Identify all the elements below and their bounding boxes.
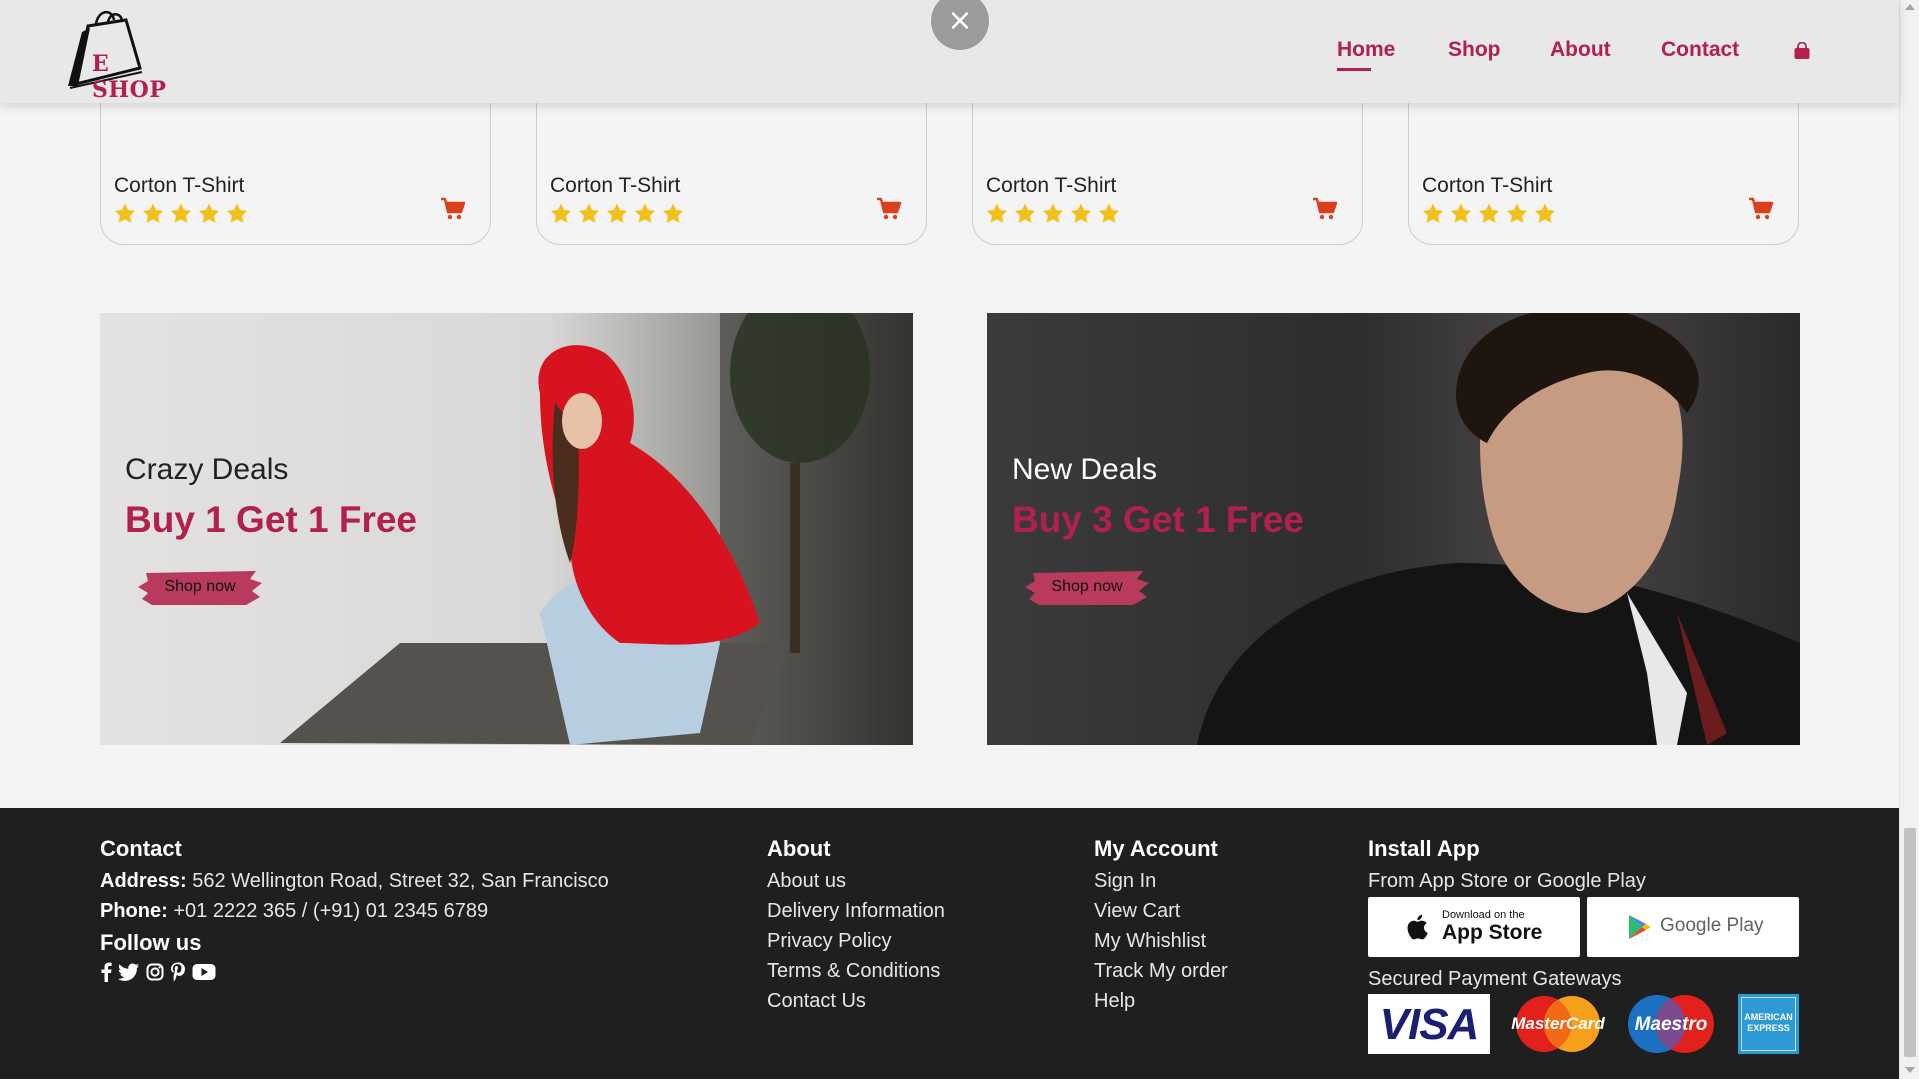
app-store-badge[interactable]: Download on the App Store bbox=[1368, 897, 1580, 957]
footer-link-about-us[interactable]: About us bbox=[767, 866, 945, 896]
google-play-text: Google Play bbox=[1660, 915, 1764, 936]
shop-now-label: Shop now bbox=[164, 578, 236, 595]
payments-label: Secured Payment Gateways bbox=[1368, 968, 1622, 990]
scroll-up-arrow-icon[interactable] bbox=[1905, 4, 1915, 10]
cart-icon[interactable] bbox=[1312, 197, 1338, 221]
footer-link-privacy[interactable]: Privacy Policy bbox=[767, 926, 945, 956]
google-play-badge[interactable]: Google Play bbox=[1587, 897, 1799, 957]
star-icon bbox=[1506, 203, 1528, 223]
app-store-small-text: Download on the bbox=[1442, 909, 1525, 921]
nav-home[interactable]: Home bbox=[1337, 38, 1395, 62]
scroll-down-arrow-icon[interactable] bbox=[1905, 1067, 1915, 1073]
nav-contact[interactable]: Contact bbox=[1661, 38, 1739, 62]
star-icon bbox=[986, 203, 1008, 223]
footer-heading: My Account bbox=[1094, 836, 1218, 861]
star-icon bbox=[1450, 203, 1472, 223]
footer-link-terms[interactable]: Terms & Conditions bbox=[767, 956, 945, 986]
footer-link-track-order[interactable]: Track My order bbox=[1094, 956, 1228, 986]
footer-heading: About bbox=[767, 836, 831, 861]
site-logo[interactable]: E SHOP bbox=[60, 6, 180, 103]
maestro-logo: Maestro bbox=[1622, 994, 1720, 1054]
footer-link-help[interactable]: Help bbox=[1094, 986, 1228, 1016]
star-icon bbox=[1098, 203, 1120, 223]
scrollbar-thumb[interactable] bbox=[1904, 828, 1916, 1057]
promo-banner-new-deals: New Deals Buy 3 Get 1 Free Shop now bbox=[987, 313, 1800, 745]
address-line: Address: 562 Wellington Road, Street 32,… bbox=[100, 870, 609, 892]
apple-icon bbox=[1407, 914, 1428, 940]
cart-icon[interactable] bbox=[1748, 197, 1774, 221]
page-scrollbar[interactable] bbox=[1899, 0, 1919, 1079]
footer-link-sign-in[interactable]: Sign In bbox=[1094, 866, 1228, 896]
star-rating bbox=[985, 202, 1121, 226]
footer-about: About About us Delivery Information Priv… bbox=[767, 836, 945, 1016]
banner-headline: Buy 1 Get 1 Free bbox=[125, 499, 418, 540]
nav-about[interactable]: About bbox=[1550, 38, 1611, 62]
star-icon bbox=[226, 203, 248, 223]
active-nav-underline bbox=[1337, 68, 1371, 71]
install-subtitle: From App Store or Google Play bbox=[1368, 870, 1646, 892]
follow-heading: Follow us bbox=[100, 930, 202, 955]
product-title: Corton T-Shirt bbox=[114, 174, 245, 197]
star-icon bbox=[1422, 203, 1444, 223]
banner-subtitle: New Deals bbox=[1012, 453, 1158, 486]
star-icon bbox=[1070, 203, 1092, 223]
nav-shop[interactable]: Shop bbox=[1448, 38, 1501, 62]
star-icon bbox=[1478, 203, 1500, 223]
footer-link-view-cart[interactable]: View Cart bbox=[1094, 896, 1228, 926]
star-rating bbox=[1421, 202, 1557, 226]
footer-heading: Contact bbox=[100, 836, 182, 861]
footer-link-delivery[interactable]: Delivery Information bbox=[767, 896, 945, 926]
product-title: Corton T-Shirt bbox=[986, 174, 1117, 197]
phone-line: Phone: +01 2222 365 / (+91) 01 2345 6789 bbox=[100, 900, 489, 922]
app-store-text: App Store bbox=[1442, 921, 1543, 944]
american-express-logo: AMERICAN EXPRESS bbox=[1738, 994, 1799, 1054]
star-icon bbox=[1042, 203, 1064, 223]
star-icon bbox=[550, 203, 572, 223]
footer-link-contact[interactable]: Contact Us bbox=[767, 986, 945, 1016]
star-icon bbox=[662, 203, 684, 223]
star-icon bbox=[1534, 203, 1556, 223]
product-title: Corton T-Shirt bbox=[550, 174, 681, 197]
social-links bbox=[100, 962, 609, 982]
star-icon bbox=[1014, 203, 1036, 223]
shop-now-label: Shop now bbox=[1051, 578, 1123, 595]
pinterest-icon[interactable] bbox=[170, 962, 186, 982]
instagram-icon[interactable] bbox=[146, 963, 164, 981]
logo-text: E SHOP bbox=[92, 51, 167, 103]
cart-icon[interactable] bbox=[440, 197, 466, 221]
footer-heading: Install App bbox=[1368, 836, 1480, 861]
star-icon bbox=[142, 203, 164, 223]
shop-now-button[interactable]: Shop now bbox=[1025, 569, 1149, 607]
google-play-icon bbox=[1629, 915, 1651, 939]
footer-link-wishlist[interactable]: My Whishlist bbox=[1094, 926, 1228, 956]
twitter-icon[interactable] bbox=[118, 963, 140, 981]
site-footer: Contact Address: 562 Wellington Road, St… bbox=[0, 808, 1899, 1079]
banner-headline: Buy 3 Get 1 Free bbox=[1012, 499, 1305, 540]
shopping-bag-icon[interactable] bbox=[1793, 42, 1811, 60]
visa-logo: VISA bbox=[1368, 994, 1490, 1054]
youtube-icon[interactable] bbox=[192, 963, 216, 981]
star-icon bbox=[114, 203, 136, 223]
product-title: Corton T-Shirt bbox=[1422, 174, 1553, 197]
star-rating bbox=[549, 202, 685, 226]
banner-subtitle: Crazy Deals bbox=[125, 453, 289, 486]
promo-banner-crazy-deals: Crazy Deals Buy 1 Get 1 Free Shop now bbox=[100, 313, 913, 745]
cart-icon[interactable] bbox=[876, 197, 902, 221]
shop-now-button[interactable]: Shop now bbox=[138, 569, 262, 607]
footer-contact: Contact Address: 562 Wellington Road, St… bbox=[100, 836, 609, 982]
star-icon bbox=[170, 203, 192, 223]
star-icon bbox=[634, 203, 656, 223]
star-icon bbox=[606, 203, 628, 223]
star-icon bbox=[578, 203, 600, 223]
facebook-icon[interactable] bbox=[100, 962, 112, 982]
mastercard-logo: MasterCard bbox=[1508, 994, 1608, 1054]
star-rating bbox=[113, 202, 249, 226]
star-icon bbox=[198, 203, 220, 223]
footer-account: My Account Sign In View Cart My Whishlis… bbox=[1094, 836, 1228, 1016]
